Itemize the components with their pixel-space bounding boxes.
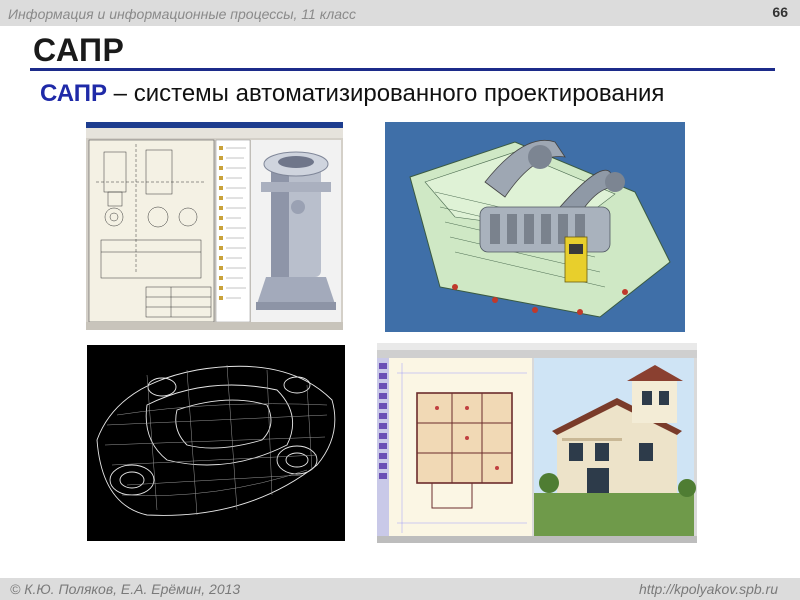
footer-authors: © К.Ю. Поляков, Е.А. Ерёмин, 2013 (10, 581, 240, 597)
slide-subtitle: САПР – системы автоматизированного проек… (40, 80, 664, 108)
footer-bar: © К.Ю. Поляков, Е.А. Ерёмин, 2013 http:/… (0, 578, 800, 600)
cad-drawing-image (86, 122, 343, 330)
page-number: 66 (772, 4, 788, 20)
car-wireframe-image (87, 345, 345, 541)
engine-model-image (385, 122, 685, 332)
course-title: Информация и информационные процессы, 11… (8, 6, 356, 22)
architecture-cad-image (377, 343, 697, 543)
slide-title: САПР (33, 32, 124, 69)
subtitle-term: САПР (40, 80, 107, 107)
subtitle-definition: – системы автоматизированного проектиров… (107, 80, 664, 107)
header-bar: Информация и информационные процессы, 11… (0, 0, 800, 26)
footer-url[interactable]: http://kpolyakov.spb.ru (639, 581, 778, 597)
title-underline (30, 68, 775, 71)
